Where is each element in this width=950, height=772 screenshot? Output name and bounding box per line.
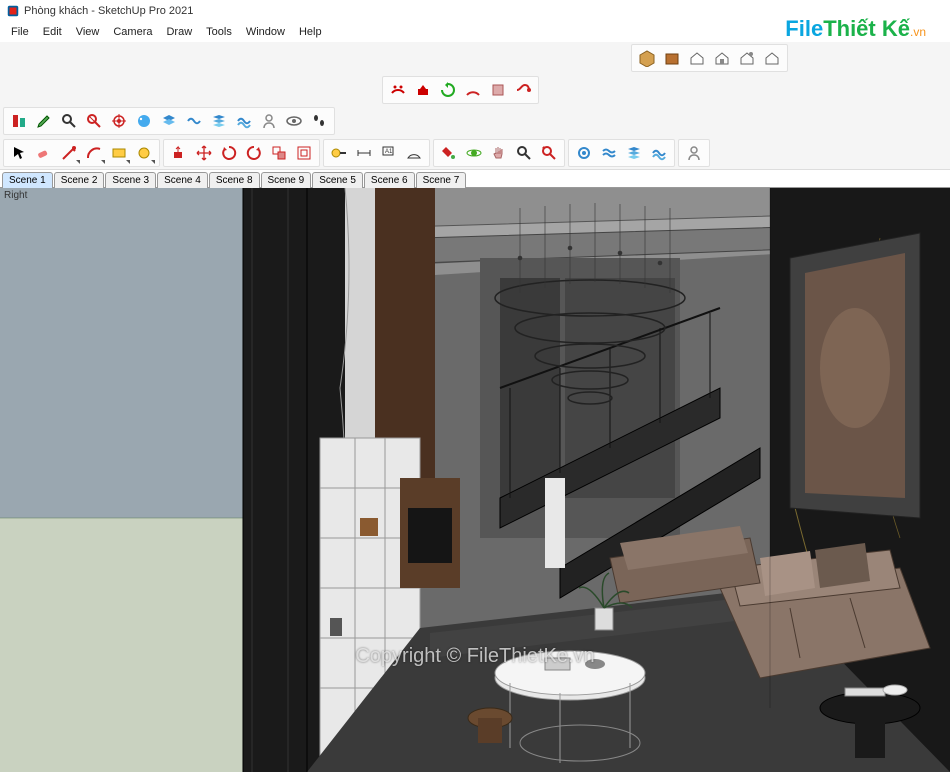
scene-tab[interactable]: Scene 5 [312,172,363,188]
menu-tools[interactable]: Tools [199,24,239,40]
house-share-icon[interactable] [735,46,759,70]
toolbar-area: A1 [0,42,950,170]
warehouse-toolbar [631,44,788,72]
rotate-tool-icon[interactable] [217,141,241,165]
orbit-tool-icon[interactable] [462,141,486,165]
menu-camera[interactable]: Camera [106,24,159,40]
select-tool-icon[interactable] [7,141,31,165]
scene-tab[interactable]: Scene 6 [364,172,415,188]
brand-suffix: .vn [910,25,926,39]
pencil-red-icon[interactable] [32,109,56,133]
user-avatar-icon[interactable] [682,141,706,165]
axis-label: Right [4,190,27,201]
svg-text:A1: A1 [385,149,393,155]
sandbox-stamp-icon[interactable] [411,78,435,102]
house-open-icon[interactable] [710,46,734,70]
zoom-icon[interactable] [57,109,81,133]
palette-icon[interactable] [132,109,156,133]
edit-toolbar [163,139,320,167]
protractor-tool-icon[interactable] [402,141,426,165]
rectangle-tool-icon[interactable] [107,141,131,165]
scale-tool-icon[interactable] [267,141,291,165]
rotate2-tool-icon[interactable] [242,141,266,165]
paint-tool-icon[interactable] [437,141,461,165]
view-toolbar [3,107,335,135]
construction-toolbar: A1 [323,139,430,167]
eye-icon[interactable] [282,109,306,133]
arc-red-icon[interactable] [461,78,485,102]
text-tool-icon[interactable]: A1 [377,141,401,165]
window-title: Phòng khách - SketchUp Pro 2021 [24,5,193,17]
menu-file[interactable]: File [4,24,36,40]
scene-tab[interactable]: Scene 1 [2,172,53,188]
section-cut-icon[interactable] [647,141,671,165]
pushpull-tool-icon[interactable] [167,141,191,165]
zoom-tool-icon[interactable] [512,141,536,165]
model-viewport[interactable]: Right [0,188,950,772]
brand-part2: Thiết Kế [823,16,910,41]
intersect-icon[interactable] [82,109,106,133]
section-toolbar [568,139,675,167]
3d-warehouse-icon[interactable] [635,46,659,70]
layers3-icon[interactable] [232,109,256,133]
pan-tool-icon[interactable] [487,141,511,165]
scene-tabs: Scene 1 Scene 2 Scene 3 Scene 4 Scene 8 … [0,170,950,188]
footprints-icon[interactable] [307,109,331,133]
zoom-extents-icon[interactable] [537,141,561,165]
tape-tool-icon[interactable] [327,141,351,165]
brand-part1: File [785,16,823,41]
brand-watermark: FileThiết Kế.vn [785,16,926,42]
extension-warehouse-icon[interactable] [660,46,684,70]
menu-window[interactable]: Window [239,24,292,40]
principal-toolbar [3,139,160,167]
scene-tab[interactable]: Scene 9 [261,172,312,188]
fog-icon[interactable] [597,141,621,165]
line-tool-icon[interactable] [57,141,81,165]
house-outline-icon[interactable] [760,46,784,70]
house-white-icon[interactable] [685,46,709,70]
scene-tab[interactable]: Scene 7 [416,172,467,188]
sandbox-toolbar [382,76,539,104]
scene-tab[interactable]: Scene 2 [54,172,105,188]
box-icon[interactable] [486,78,510,102]
align-icon[interactable] [7,109,31,133]
circle-tool-icon[interactable] [132,141,156,165]
eraser-tool-icon[interactable] [32,141,56,165]
sketchup-app-icon [6,4,20,18]
target-icon[interactable] [107,109,131,133]
sandbox-smoove-icon[interactable] [386,78,410,102]
offset-tool-icon[interactable] [292,141,316,165]
layers-icon[interactable] [157,109,181,133]
arc-tool-icon[interactable] [82,141,106,165]
section-icon[interactable] [622,141,646,165]
followme-icon[interactable] [511,78,535,102]
scene-tab[interactable]: Scene 4 [157,172,208,188]
rotate-green-icon[interactable] [436,78,460,102]
scene-tab[interactable]: Scene 8 [209,172,260,188]
model-canvas [0,188,950,772]
move-tool-icon[interactable] [192,141,216,165]
shadow-icon[interactable] [572,141,596,165]
menu-help[interactable]: Help [292,24,329,40]
user-toolbar [678,139,710,167]
dimension-tool-icon[interactable] [352,141,376,165]
person-icon[interactable] [257,109,281,133]
menu-view[interactable]: View [69,24,107,40]
menu-edit[interactable]: Edit [36,24,69,40]
outliner-icon[interactable] [182,109,206,133]
menu-draw[interactable]: Draw [159,24,199,40]
camera-toolbar [433,139,565,167]
layers2-icon[interactable] [207,109,231,133]
scene-tab[interactable]: Scene 3 [105,172,156,188]
